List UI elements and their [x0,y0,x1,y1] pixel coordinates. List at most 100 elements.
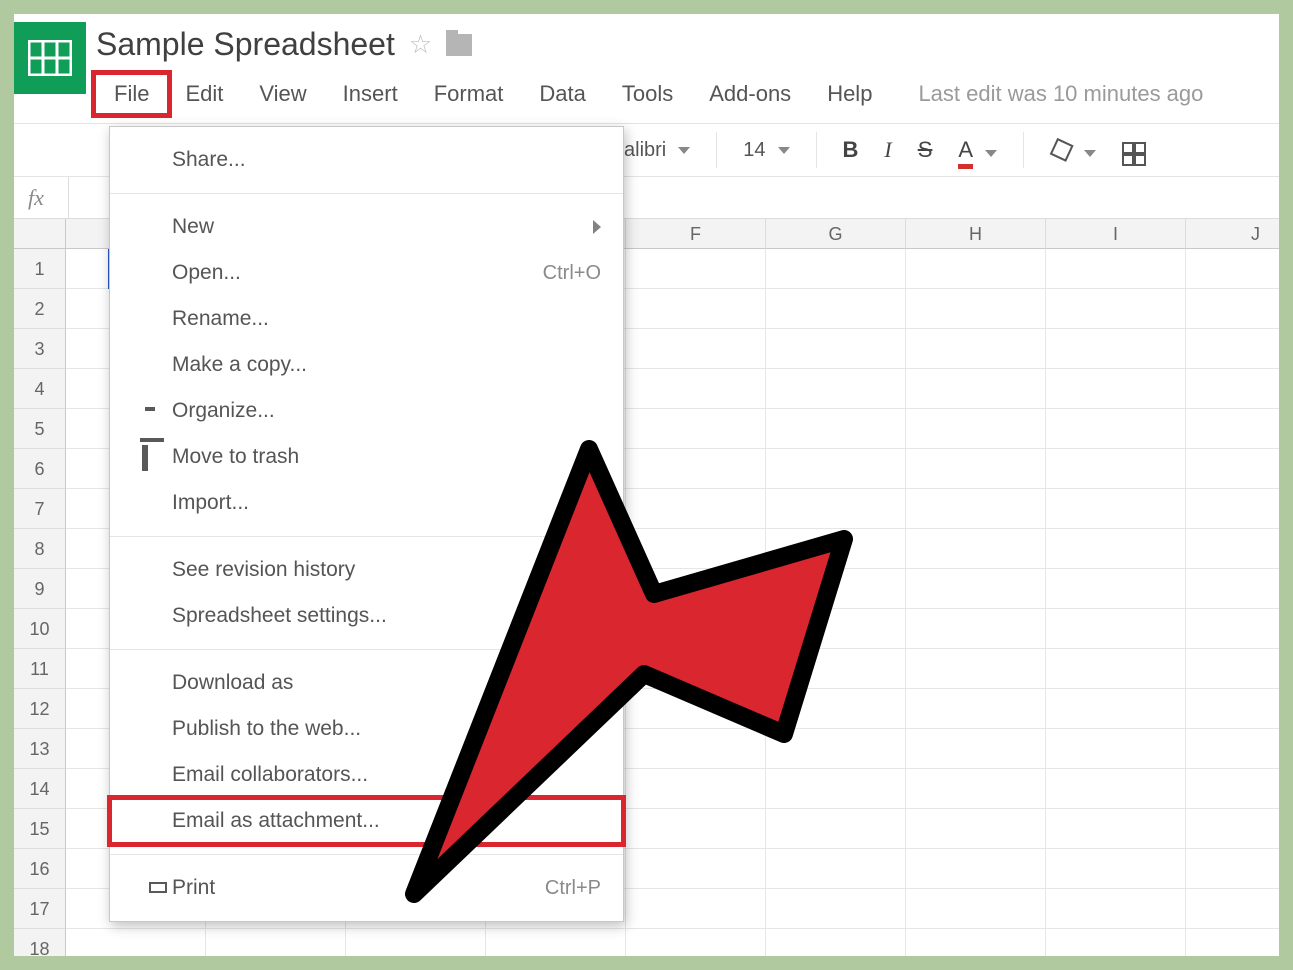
cell[interactable] [1186,249,1279,289]
cell[interactable] [766,649,906,689]
cell[interactable] [1046,889,1186,929]
cell[interactable] [1186,649,1279,689]
column-header[interactable]: I [1046,219,1186,249]
cell[interactable] [626,929,766,956]
cell[interactable] [1046,529,1186,569]
menu-help[interactable]: Help [809,75,890,113]
cell[interactable] [1046,369,1186,409]
cell[interactable] [1186,529,1279,569]
menu-download-as[interactable]: Download as [110,660,623,706]
menu-data[interactable]: Data [521,75,603,113]
cell[interactable] [1186,809,1279,849]
document-title[interactable]: Sample Spreadsheet [96,26,395,63]
cell[interactable] [906,689,1046,729]
cell[interactable] [906,289,1046,329]
cell[interactable] [906,849,1046,889]
cell[interactable] [346,929,486,956]
cell[interactable] [1186,369,1279,409]
menu-print[interactable]: Print Ctrl+P [110,865,623,911]
menu-format[interactable]: Format [416,75,522,113]
cell[interactable] [626,369,766,409]
cell[interactable] [206,929,346,956]
cell[interactable] [626,769,766,809]
cell[interactable] [766,609,906,649]
cell[interactable] [766,529,906,569]
cell[interactable] [766,289,906,329]
bold-button[interactable]: B [833,133,869,167]
cell[interactable] [766,489,906,529]
cell[interactable] [906,569,1046,609]
cell[interactable] [906,609,1046,649]
cell[interactable] [766,769,906,809]
cell[interactable] [906,329,1046,369]
menu-organize[interactable]: Organize... [110,388,623,434]
star-icon[interactable]: ☆ [409,29,432,60]
cell[interactable] [766,689,906,729]
cell[interactable] [486,929,626,956]
cell[interactable] [1186,769,1279,809]
row-header[interactable]: 10 [14,609,66,649]
menu-import[interactable]: Import... [110,480,623,526]
italic-button[interactable]: I [874,133,901,167]
cell[interactable] [1046,489,1186,529]
cell[interactable] [1046,769,1186,809]
cell[interactable] [906,729,1046,769]
cell[interactable] [1046,649,1186,689]
text-color-button[interactable]: A [948,133,1007,167]
row-header[interactable]: 12 [14,689,66,729]
cell[interactable] [906,449,1046,489]
cell[interactable] [766,409,906,449]
cell[interactable] [1186,289,1279,329]
cell[interactable] [906,529,1046,569]
cell[interactable] [766,729,906,769]
row-header[interactable]: 11 [14,649,66,689]
row-header[interactable]: 1 [14,249,66,289]
cell[interactable] [1046,569,1186,609]
cell[interactable] [906,369,1046,409]
last-edit-text[interactable]: Last edit was 10 minutes ago [890,81,1203,107]
sheets-logo[interactable] [14,22,86,94]
row-header[interactable]: 9 [14,569,66,609]
cell[interactable] [906,889,1046,929]
cell[interactable] [1046,329,1186,369]
row-header[interactable]: 5 [14,409,66,449]
menu-email-collaborators[interactable]: Email collaborators... [110,752,623,798]
borders-button[interactable] [1112,130,1156,170]
row-header[interactable]: 15 [14,809,66,849]
row-header[interactable]: 14 [14,769,66,809]
cell[interactable] [626,889,766,929]
cell[interactable] [626,289,766,329]
cell[interactable] [66,929,206,956]
menu-edit[interactable]: Edit [167,75,241,113]
cell[interactable] [1186,449,1279,489]
cell[interactable] [626,249,766,289]
menu-new[interactable]: New [110,204,623,250]
cell[interactable] [906,769,1046,809]
cell[interactable] [1046,249,1186,289]
cell[interactable] [626,809,766,849]
menu-move-to-trash[interactable]: Move to trash [110,434,623,480]
cell[interactable] [1186,889,1279,929]
cell[interactable] [626,529,766,569]
strikethrough-button[interactable]: S [908,133,943,167]
cell[interactable] [1186,329,1279,369]
font-size-select[interactable]: 14 [733,135,799,166]
menu-spreadsheet-settings[interactable]: Spreadsheet settings... [110,593,623,639]
cell[interactable] [766,449,906,489]
menu-share[interactable]: Share... [110,137,623,183]
row-header[interactable]: 16 [14,849,66,889]
cell[interactable] [1186,569,1279,609]
cell[interactable] [1186,609,1279,649]
cell[interactable] [1186,489,1279,529]
cell[interactable] [906,649,1046,689]
cell[interactable] [1046,609,1186,649]
cell[interactable] [766,329,906,369]
menu-tools[interactable]: Tools [604,75,691,113]
cell[interactable] [766,569,906,609]
cell[interactable] [1186,729,1279,769]
cell[interactable] [1046,849,1186,889]
cell[interactable] [626,489,766,529]
cell[interactable] [626,849,766,889]
cell[interactable] [906,489,1046,529]
menu-email-as-attachment[interactable]: Email as attachment... [110,798,623,844]
